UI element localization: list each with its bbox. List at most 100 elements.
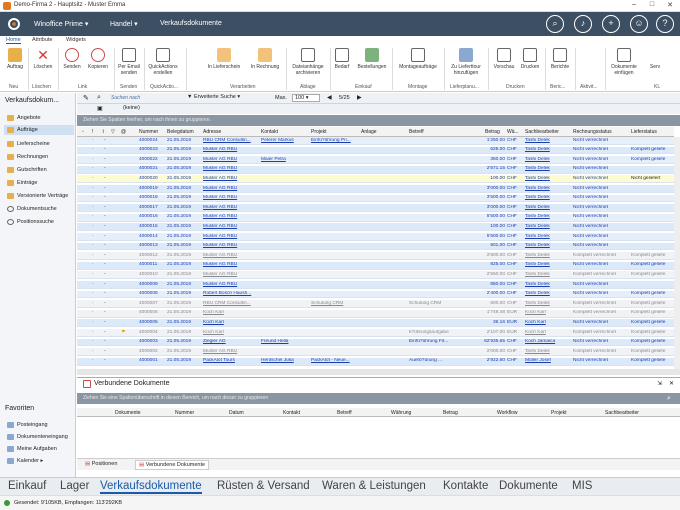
table-cell[interactable]: Koch Karl xyxy=(203,320,259,325)
table-cell[interactable]: Tashi Delek xyxy=(525,157,571,162)
table-cell[interactable]: Peterer Markus xyxy=(261,138,309,143)
app-menu[interactable]: Winoffice Prime ▾ xyxy=(34,20,88,28)
edit-icon[interactable]: ✎ xyxy=(83,94,89,102)
table-cell[interactable]: Tashi Delek xyxy=(525,176,571,181)
col-belegdatum[interactable]: Belegdatum xyxy=(167,129,194,135)
col-rechnungsstatus[interactable]: Rechnungsstatus xyxy=(573,129,612,135)
table-cell[interactable]: Muster AG RBU xyxy=(203,349,259,354)
table-cell[interactable]: Einfü?ührung Pri... xyxy=(311,138,359,143)
favorite-kalender[interactable]: Kalender ▸ xyxy=(4,456,74,466)
module-ruesten-versand[interactable]: Rüsten & Versand xyxy=(217,480,310,492)
vcol-waehrung[interactable]: Währung xyxy=(391,410,411,416)
table-cell[interactable]: Tashi Delek xyxy=(525,234,571,239)
col-betreff[interactable]: Betreff xyxy=(409,129,424,135)
table-row[interactable]: · - 4000014 21.05.2019 Muster AG RBU 5'500.00… xyxy=(77,233,674,241)
sidebar-item-dokumentsuche[interactable]: Dokumentsuche xyxy=(4,204,74,214)
vorschau-button[interactable]: Vorschau xyxy=(492,48,516,70)
per-email-senden-button[interactable]: Per Email senden xyxy=(116,48,142,76)
table-row[interactable]: · - 4000013 21.05.2019 Muster AG RBU 501.00 CH… xyxy=(77,242,674,251)
table-row[interactable]: · - 4000015 21.05.2019 Muster AG RBU 100.00 CH… xyxy=(77,223,674,232)
table-cell[interactable]: PackAlot Tours xyxy=(203,358,259,363)
table-cell[interactable]: Tashi Delek xyxy=(525,349,571,354)
in-rechnung-button[interactable]: In Rechnung xyxy=(248,48,282,70)
table-row[interactable]: · - 4000012 21.05.2019 Muster AG RBU 2'500.00… xyxy=(77,252,674,261)
table-cell[interactable]: Muster AG RBU xyxy=(203,157,259,162)
table-cell[interactable]: Muster AG RBU xyxy=(203,253,259,258)
filter-dropdown[interactable]: ▼ Erweiterte Suche ▾ xyxy=(187,94,240,100)
favorite-dokumenteneingang[interactable]: Dokumenteneingang xyxy=(4,432,74,442)
minimize-button[interactable]: – xyxy=(626,1,642,8)
module-verkaufsdokumente[interactable]: Verkaufsdokumente xyxy=(100,480,202,494)
handel-menu[interactable]: Handel ▾ xyxy=(110,20,138,28)
col-waehrung[interactable]: Wä... xyxy=(507,129,519,135)
table-cell[interactable]: Muster AG RBU xyxy=(203,176,259,181)
table-cell[interactable]: RBU CRM Consultin... xyxy=(203,301,259,306)
add-document-icon[interactable]: ▣ xyxy=(97,105,103,112)
sidebar-item-angebote[interactable]: Angebote xyxy=(4,113,74,123)
table-cell[interactable]: Koch Karl xyxy=(525,310,571,315)
table-cell[interactable]: Muster AG RBU xyxy=(203,205,259,210)
serv-button[interactable]: Serv xyxy=(646,48,664,70)
auftrag-button[interactable]: Auftrag xyxy=(4,48,26,70)
vcol-nummer[interactable]: Nummer xyxy=(175,410,194,416)
table-cell[interactable]: Muster AG RBU xyxy=(203,186,259,191)
senden-link-button[interactable]: Senden xyxy=(62,48,82,70)
table-cell[interactable]: Tashi Delek xyxy=(525,138,571,143)
bedarf-button[interactable]: Bedarf xyxy=(332,48,352,70)
close-panel-icon[interactable]: ✕ xyxy=(669,380,674,387)
quickactions-button[interactable]: QuickActions erstellen xyxy=(146,48,180,76)
col-kontakt[interactable]: Kontakt xyxy=(261,129,278,135)
table-cell[interactable]: Ziegler AG xyxy=(203,339,259,344)
kopieren-button[interactable]: Kopieren xyxy=(86,48,110,70)
sidebar-item-auftraege[interactable]: Aufträge xyxy=(4,125,74,135)
table-cell[interactable]: Koch Karl xyxy=(525,330,571,335)
in-lieferschein-button[interactable]: In Lieferschein xyxy=(206,48,242,70)
table-row[interactable]: · - 4000008 21.05.2019 Robert Bosch Haush...… xyxy=(77,290,674,299)
search-input[interactable]: Suchen nach xyxy=(111,95,171,102)
max-input[interactable]: 100 ▾ xyxy=(292,94,320,102)
table-cell[interactable]: Muster AG RBU xyxy=(203,166,259,171)
module-waren-leistungen[interactable]: Waren & Leistungen xyxy=(322,480,426,492)
table-cell[interactable]: Koch Karl xyxy=(203,310,259,315)
close-button[interactable]: ✕ xyxy=(662,1,678,9)
table-cell[interactable]: Muster AG RBU xyxy=(203,234,259,239)
table-row[interactable]: · - 4000024 21.05.2019 RBU CRM Consultin... P… xyxy=(77,137,674,145)
vcol-sachbearbeiter[interactable]: Sachbearbeiter xyxy=(605,410,639,416)
col-betrag[interactable]: Betrag xyxy=(485,129,500,135)
sidebar-item-eintraege[interactable]: Einträge xyxy=(4,178,74,188)
page-prev-icon[interactable]: ◀ xyxy=(327,94,332,101)
table-row[interactable]: · - 4000023 21.05.2019 Muster AG RBU 625.00 CH… xyxy=(77,146,674,155)
dateianhaenge-button[interactable]: Dateianhänge archivieren xyxy=(288,48,328,76)
col-anlage[interactable]: Anlage xyxy=(361,129,377,135)
sidebar-item-lieferscheine[interactable]: Lieferscheine xyxy=(4,139,74,149)
table-row[interactable]: · - 4000017 21.05.2019 Muster AG RBU 3'000.00… xyxy=(77,204,674,213)
sidebar-item-positionssuche[interactable]: Positionssuche xyxy=(4,217,74,227)
table-row[interactable]: · - 4000022 21.05.2019 Muster AG RBU Maier Pe… xyxy=(77,156,674,165)
tab-positionen[interactable]: ▤ Positionen xyxy=(85,461,117,467)
table-cell[interactable]: Tashi Delek xyxy=(525,166,571,171)
pin-icon[interactable]: ⇲ xyxy=(657,380,662,387)
table-cell[interactable]: Tashi Delek xyxy=(525,272,571,277)
table-row[interactable]: · - 4000021 21.05.2019 Muster AG RBU 2'571.15… xyxy=(77,165,674,174)
table-cell[interactable]: Tashi Delek xyxy=(525,195,571,200)
table-row[interactable]: · - 4000002 21.05.2019 Muster AG RBU 2'000.00… xyxy=(77,348,674,357)
module-lager[interactable]: Lager xyxy=(60,480,89,492)
table-row[interactable]: · - 4000016 21.05.2019 Muster AG RBU 5'500.00… xyxy=(77,213,674,222)
search-icon[interactable]: ⌕ xyxy=(546,15,564,33)
sidebar-item-gutschriften[interactable]: Gutschriften xyxy=(4,165,74,175)
vcol-datum[interactable]: Datum xyxy=(229,410,244,416)
grid-horizontal-scrollbar[interactable] xyxy=(77,369,680,375)
table-cell[interactable]: Schulung CRM xyxy=(311,301,359,306)
module-einkauf[interactable]: Einkauf xyxy=(8,480,46,492)
col-lieferstatus[interactable]: Lieferstatus xyxy=(631,129,657,135)
lieferttour-button[interactable]: Zu Lieferttour hinzufügen xyxy=(446,48,486,76)
drucken-button[interactable]: Drucken xyxy=(518,48,542,70)
table-row[interactable]: · - 4000009 21.05.2019 Muster AG RBU 850.00 CH… xyxy=(77,281,674,289)
table-cell[interactable]: Muster AG RBU xyxy=(203,214,259,219)
bestellungen-button[interactable]: Bestellungen xyxy=(355,48,389,70)
user-icon[interactable]: ☺ xyxy=(630,15,648,33)
favorite-posteingang[interactable]: Posteingang xyxy=(4,420,74,430)
table-cell[interactable]: Robert Bosch Haush... xyxy=(203,291,259,296)
table-cell[interactable]: Tashi Delek xyxy=(525,214,571,219)
table-row[interactable]: · - 4000007 21.05.2019 RBU CRM Consultin... S… xyxy=(77,300,674,309)
